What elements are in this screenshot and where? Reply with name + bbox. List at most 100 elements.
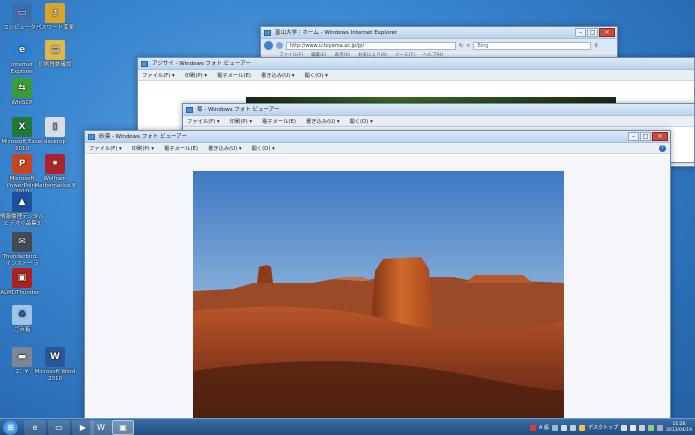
forward-icon[interactable]	[276, 42, 283, 49]
menu-email[interactable]: 電子メール(E)	[262, 117, 296, 125]
start-button[interactable]: ⊞	[3, 420, 18, 435]
powerpoint-icon: P	[12, 154, 32, 174]
desktop-icon-label: Thunderbird... インストーラ	[2, 254, 42, 267]
ie-icon: e	[32, 423, 38, 432]
close-button[interactable]: ×	[599, 28, 615, 37]
desktop-icon-almd[interactable]: ▣ ALMDThunder...	[0, 268, 44, 297]
media-player-icon: ▶	[79, 423, 87, 432]
viewer-menu-bar: ファイル(F) ▾ 印刷(P) ▾ 電子メール(E) 書き込み(U) ▾ 開く(…	[85, 143, 670, 154]
excel-icon: X	[12, 117, 32, 137]
address-bar[interactable]: http://www.u-toyama.ac.jp/jp/	[286, 41, 456, 50]
search-icon[interactable]: ⚲	[594, 43, 598, 49]
menu-file[interactable]: ファイル(F) ▾	[142, 71, 175, 79]
ie-title-bar[interactable]: 富山大学｜ホーム - Windows Internet Explorer – □…	[261, 27, 617, 39]
computer-icon: ▭	[12, 3, 32, 23]
menu-burn[interactable]: 書き込み(U) ▾	[208, 144, 242, 152]
volume-icon[interactable]	[639, 424, 646, 431]
viewer-title: 砂漠 - Windows フォト ビューアー	[99, 134, 187, 140]
viewer-title-bar[interactable]: 砂漠 - Windows フォト ビューアー – □ ×	[85, 131, 670, 143]
desktop-icon-print-count[interactable]: ▤ 印刷残数確認	[33, 40, 77, 69]
desktop-icon-label: 情報倫理デジタルビデオ小品集3	[0, 214, 44, 227]
ie-title: 富山大学｜ホーム - Windows Internet Explorer	[275, 30, 398, 36]
network-drive-icon: ▬	[12, 347, 32, 367]
menu-burn[interactable]: 書き込み(U) ▾	[261, 71, 295, 79]
clock-date: 2013/04/19	[666, 427, 692, 433]
viewer-title-bar[interactable]: アジサイ - Windows フォト ビューアー	[138, 58, 694, 70]
menu-email[interactable]: 電子メール(E)	[217, 71, 251, 79]
desktop-icon-word[interactable]: W Microsoft Word 2010	[33, 347, 77, 382]
desktop-icon-label: ALMDThunder...	[0, 290, 44, 296]
viewer-menu-bar: ファイル(F) ▾ 印刷(P) ▾ 電子メール(E) 書き込み(U) ▾ 開く(…	[183, 116, 694, 127]
refresh-icon[interactable]: ↻	[459, 43, 463, 49]
menu-print[interactable]: 印刷(P) ▾	[185, 71, 207, 79]
maximize-button[interactable]: □	[640, 132, 651, 141]
desktop-icon-label: ごみ箱	[13, 327, 31, 333]
menu-file[interactable]: ファイル(F) ▾	[187, 117, 220, 125]
menu-print[interactable]: 印刷(P) ▾	[230, 117, 252, 125]
winscp-icon: ⇆	[12, 78, 32, 98]
desktop-icon-label: WinSCP	[11, 100, 33, 106]
tray-security-icon[interactable]	[657, 424, 664, 431]
photo-viewer-icon	[186, 107, 193, 113]
network-icon[interactable]	[630, 424, 637, 431]
ie-icon: e	[12, 40, 32, 60]
desktop-icon-label: desktop	[44, 139, 66, 145]
search-input[interactable]: Bing	[473, 41, 592, 50]
desktop-icon-password[interactable]: ⚷ パスワード変更	[33, 3, 77, 32]
menu-file[interactable]: ファイル(F) ▾	[89, 144, 122, 152]
desktop-icon-recycle-bin[interactable]: ♻ ごみ箱	[0, 305, 44, 334]
menu-burn[interactable]: 書き込み(U) ▾	[306, 117, 340, 125]
taskbar: ⊞ e ▭ ▶ W ▣ A 般 デスクトップ 11:26 2013/04/19	[0, 418, 695, 435]
desktop-toolbar-label[interactable]: デスクトップ	[588, 424, 618, 431]
ie-navigation-bar: http://www.u-toyama.ac.jp/jp/ ↻ × Bing ⚲	[261, 39, 617, 52]
back-icon[interactable]	[264, 41, 273, 50]
menu-email[interactable]: 電子メール(E)	[164, 144, 198, 152]
desktop-icon-label: 印刷残数確認	[38, 62, 72, 68]
tray-notification-icon[interactable]	[579, 424, 586, 431]
photo-viewer-icon	[141, 61, 148, 67]
key-icon: ⚷	[45, 3, 65, 23]
viewer-title-bar[interactable]: 菊 - Windows フォト ビューアー	[183, 104, 694, 116]
taskbar-ie-button[interactable]: e	[24, 420, 46, 435]
taskbar-word-button[interactable]: W	[90, 420, 112, 435]
ime-indicator[interactable]: A 般	[539, 424, 549, 431]
tray-ime-pad-icon[interactable]	[552, 424, 559, 431]
menu-open[interactable]: 開く(O) ▾	[305, 71, 328, 79]
desktop-icon-desktop-file[interactable]: ▯ desktop	[33, 117, 77, 146]
photo-viewer-desert-window[interactable]: 砂漠 - Windows フォト ビューアー – □ × ファイル(F) ▾ 印…	[84, 130, 671, 421]
desktop-icon-thunderbird-installer[interactable]: ✉ Thunderbird... インストーラ	[0, 232, 44, 267]
viewer-title: 菊 - Windows フォト ビューアー	[197, 107, 280, 113]
mathematica-icon: ✷	[45, 154, 65, 174]
menu-open[interactable]: 開く(O) ▾	[252, 144, 275, 152]
word-icon: W	[45, 347, 65, 367]
stop-icon[interactable]: ×	[466, 43, 470, 49]
minimize-button[interactable]: –	[628, 132, 639, 141]
taskbar-photo-viewer-button[interactable]: ▣	[112, 420, 134, 435]
clock[interactable]: 11:26 2013/04/19	[666, 422, 692, 434]
maximize-button[interactable]: □	[587, 28, 598, 37]
folder-icon: ▭	[55, 423, 63, 432]
thunderbird-install-icon: ✉	[12, 232, 32, 252]
desktop-icon-label: パスワード変更	[35, 25, 75, 31]
tray-expand-icon[interactable]	[621, 424, 628, 431]
close-button[interactable]: ×	[652, 132, 668, 141]
almd-icon: ▣	[12, 268, 32, 288]
help-icon[interactable]: ?	[659, 145, 666, 152]
tray-help-icon[interactable]	[561, 424, 568, 431]
system-tray: A 般 デスクトップ 11:26 2013/04/19	[530, 419, 695, 435]
recycle-bin-icon: ♻	[12, 305, 32, 325]
tray-app-icon[interactable]	[648, 424, 655, 431]
desktop-icon-mathematica[interactable]: ✷ Wolfram Mathematica 8	[33, 154, 77, 189]
taskbar-explorer-button[interactable]: ▭	[48, 420, 70, 435]
desktop-icon-label: Microsoft Word 2010	[34, 369, 76, 382]
tray-alert-icon[interactable]	[530, 424, 537, 431]
ie-icon	[264, 30, 271, 36]
menu-print[interactable]: 印刷(P) ▾	[132, 144, 154, 152]
desktop-icon-ethics-video[interactable]: ▲ 情報倫理デジタルビデオ小品集3	[0, 192, 44, 227]
viewer-title: アジサイ - Windows フォト ビューアー	[152, 61, 251, 67]
desktop-file-icon: ▯	[45, 117, 65, 137]
minimize-button[interactable]: –	[575, 28, 586, 37]
desktop-icon-winscp[interactable]: ⇆ WinSCP	[0, 78, 44, 107]
tray-settings-icon[interactable]	[570, 424, 577, 431]
menu-open[interactable]: 開く(O) ▾	[350, 117, 373, 125]
